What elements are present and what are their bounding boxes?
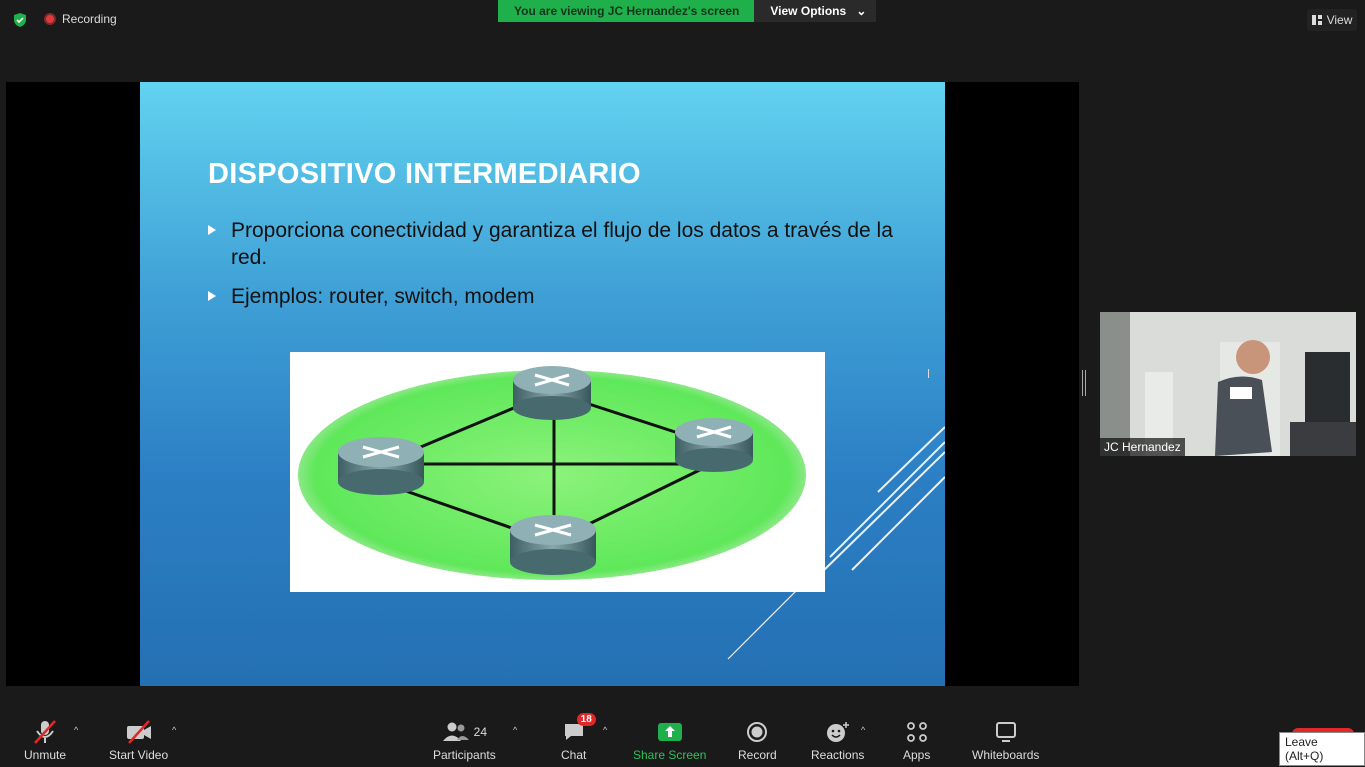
network-diagram-image [290, 352, 825, 592]
record-button[interactable]: Record [738, 719, 777, 762]
participant-video-tile[interactable]: JC Hernandez [1100, 312, 1356, 456]
record-dot-icon [44, 13, 56, 25]
unmute-label: Unmute [24, 748, 67, 762]
view-label: View [1326, 13, 1353, 27]
participants-button[interactable]: 24 Participants [433, 719, 496, 762]
recording-indicator[interactable]: Recording [44, 12, 117, 26]
record-label: Record [738, 748, 777, 762]
router-icon [675, 418, 753, 472]
share-screen-label: Share Screen [633, 748, 707, 762]
apps-button[interactable]: Apps [903, 719, 930, 762]
reactions-button[interactable]: Reactions [811, 719, 864, 762]
viewing-text: You are viewing JC Hernandez's screen [498, 0, 755, 22]
router-icon [510, 515, 596, 575]
bullet-text: Proporciona conectividad y garantiza el … [231, 219, 893, 269]
router-icon [513, 366, 591, 420]
share-screen-button[interactable]: Share Screen [633, 719, 706, 762]
slide-bullet: Proporciona conectividad y garantiza el … [208, 217, 898, 271]
bullet-arrow-icon [208, 225, 216, 235]
view-options-button[interactable]: View Options ⌄ [754, 0, 877, 22]
mic-muted-icon [34, 720, 56, 744]
router-icon [338, 437, 424, 495]
unmute-button[interactable]: Unmute [24, 719, 66, 762]
reactions-icon [826, 722, 849, 742]
presentation-slide: DISPOSITIVO INTERMEDIARIO Proporciona co… [140, 82, 945, 686]
chat-button[interactable]: 18 Chat [561, 713, 596, 762]
meeting-topbar: Recording You are viewing JC Hernandez's… [0, 0, 1365, 44]
slide-title: DISPOSITIVO INTERMEDIARIO [208, 158, 641, 190]
apps-label: Apps [903, 748, 931, 762]
video-feed [1100, 312, 1356, 456]
start-video-label: Start Video [109, 748, 169, 762]
participants-label: Participants [433, 748, 496, 762]
chat-unread-badge: 18 [576, 713, 596, 726]
whiteboards-button[interactable]: Whiteboards [972, 719, 1039, 762]
participant-name: JC Hernandez [1100, 438, 1185, 456]
participants-options-caret[interactable]: ^ [513, 725, 517, 735]
participants-count: 24 [473, 725, 488, 739]
chat-label: Chat [561, 748, 587, 762]
reactions-options-caret[interactable]: ^ [861, 725, 865, 735]
leave-tooltip: Leave (Alt+Q) [1279, 732, 1365, 766]
panel-resize-handle[interactable] [1082, 370, 1086, 396]
reactions-label: Reactions [811, 748, 865, 762]
meeting-toolbar: Unmute ^ Start Video ^ 24 Participants ^ [0, 707, 1365, 767]
view-button[interactable]: View [1307, 9, 1357, 31]
viewing-banner: You are viewing JC Hernandez's screen Vi… [498, 0, 877, 22]
audio-options-caret[interactable]: ^ [74, 725, 78, 735]
chevron-down-icon: ⌄ [856, 4, 867, 18]
view-options-label: View Options [770, 4, 847, 18]
participants-icon [442, 722, 469, 741]
share-screen-icon [657, 723, 682, 741]
text-cursor-icon [928, 369, 931, 378]
bullet-text: Ejemplos: router, switch, modem [231, 285, 535, 308]
slide-bullet: Ejemplos: router, switch, modem [208, 283, 898, 310]
chat-options-caret[interactable]: ^ [603, 725, 607, 735]
shared-screen: DISPOSITIVO INTERMEDIARIO Proporciona co… [6, 82, 1079, 686]
whiteboards-label: Whiteboards [972, 748, 1040, 762]
whiteboard-icon [995, 722, 1016, 742]
start-video-button[interactable]: Start Video [109, 719, 168, 762]
shield-icon[interactable] [12, 12, 28, 28]
record-icon [747, 722, 768, 742]
bullet-arrow-icon [208, 291, 216, 301]
recording-label: Recording [62, 12, 117, 26]
view-grid-icon [1311, 15, 1322, 25]
video-off-icon [126, 720, 151, 744]
video-options-caret[interactable]: ^ [172, 725, 176, 735]
apps-icon [906, 722, 927, 742]
